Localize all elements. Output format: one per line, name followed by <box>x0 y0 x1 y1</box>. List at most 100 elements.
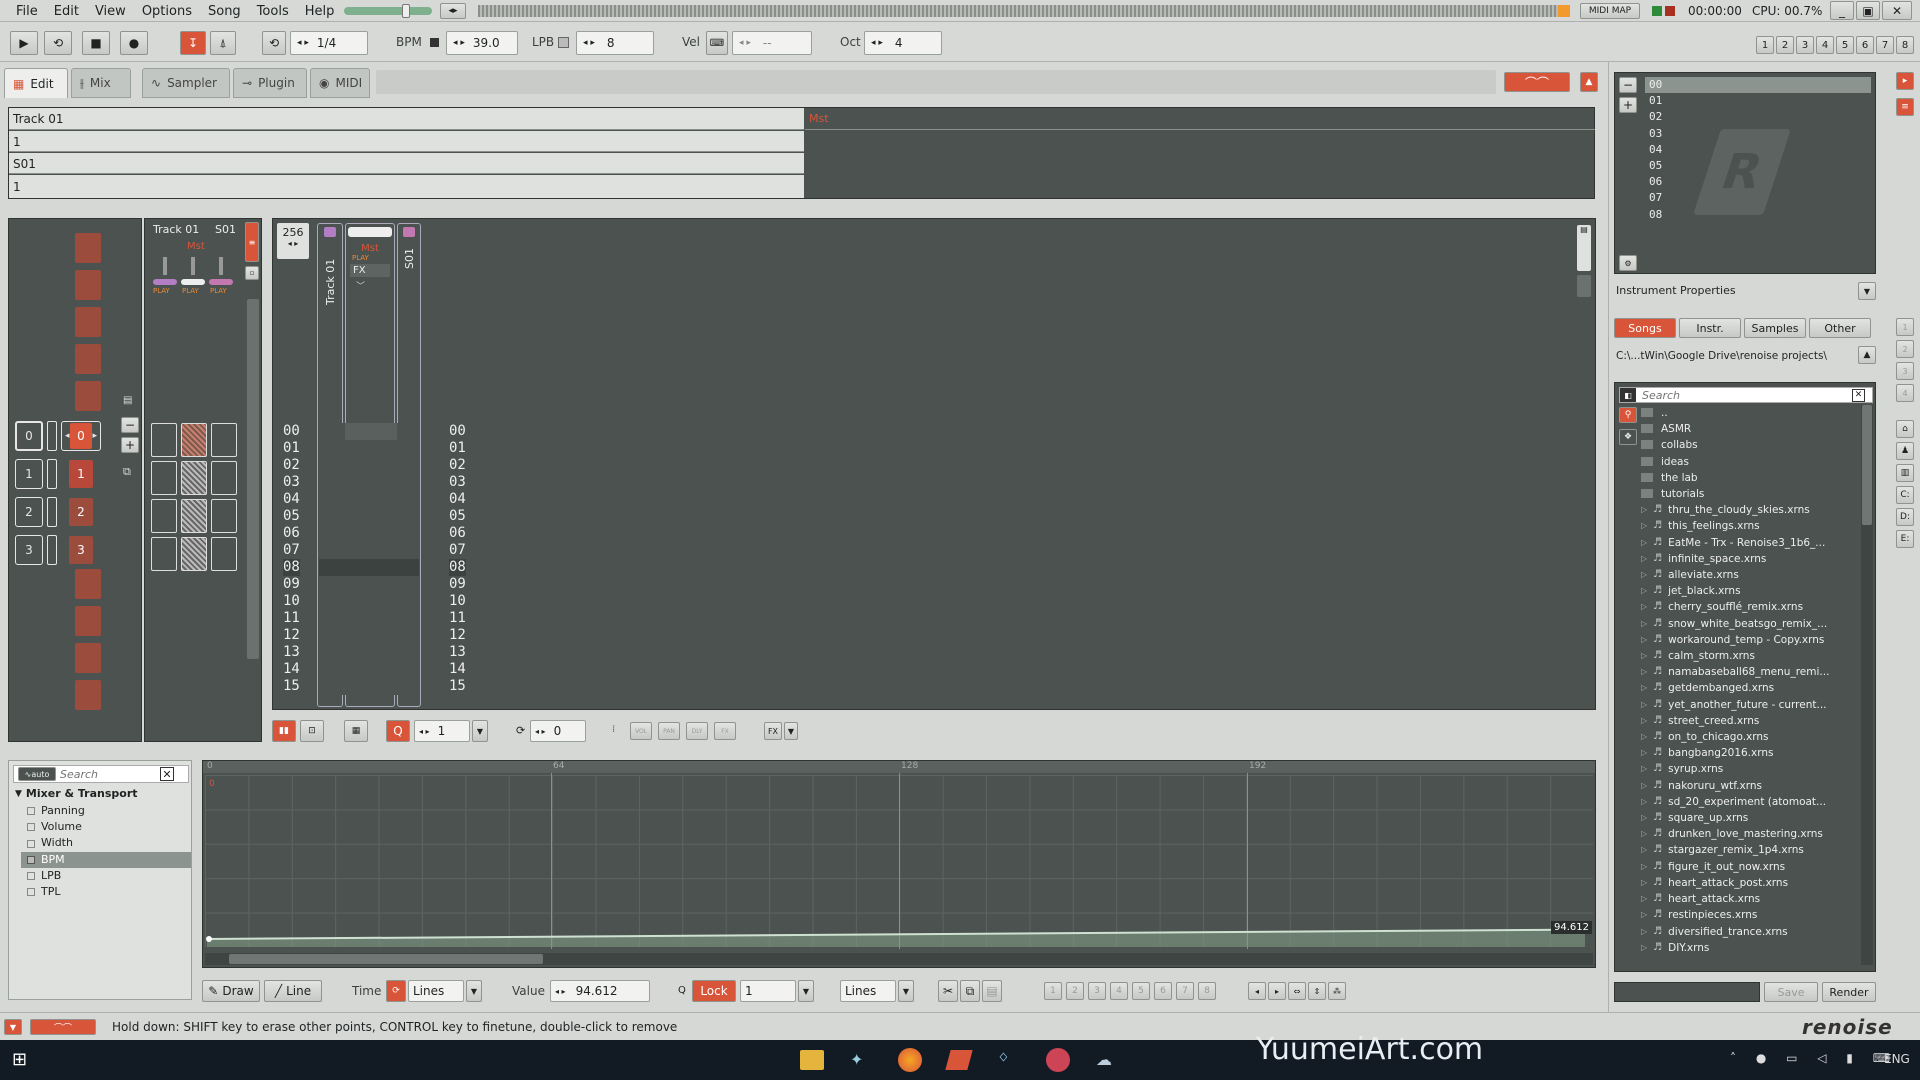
menu-edit[interactable]: Edit <box>46 4 87 19</box>
seq-slot[interactable] <box>75 270 101 300</box>
expand-arrow-icon[interactable]: ▷ <box>1641 924 1647 940</box>
expand-arrow-icon[interactable]: ▷ <box>1641 778 1647 794</box>
instrument-slot[interactable]: 01 <box>1645 93 1871 109</box>
interpolation-dropdown[interactable]: ▼ <box>898 980 914 1002</box>
block-loop-field[interactable]: ◂ ▸ 1/4 <box>290 31 368 55</box>
pattern-follow-button[interactable]: ▮▮ <box>272 720 296 742</box>
preset-5-button[interactable]: 5 <box>1836 36 1854 54</box>
copy-button[interactable]: ⧉ <box>960 980 980 1002</box>
send-fader[interactable] <box>219 257 223 275</box>
song-file-item[interactable]: ▷ ♬ figure_it_out_now.xrns <box>1639 859 1857 875</box>
preset-8-button[interactable]: 8 <box>1896 36 1914 54</box>
loop-pattern-button[interactable]: ⟲ <box>44 31 72 55</box>
remove-instrument-button[interactable]: − <box>1619 77 1637 93</box>
view-2-button[interactable]: 2 <box>1896 340 1914 358</box>
minimize-button[interactable]: _ <box>1830 1 1854 20</box>
matrix-edit-button[interactable]: ≡ <box>245 222 259 262</box>
browser-up-button[interactable]: ▲ <box>1858 346 1876 364</box>
tab-midi[interactable]: ◉ MIDI <box>310 68 370 98</box>
song-file-item[interactable]: ▷ ♬ stargazer_remix_1p4.xrns <box>1639 842 1857 858</box>
menu-song[interactable]: Song <box>200 4 249 19</box>
pattern-number[interactable]: 1 <box>69 460 93 488</box>
block-loop-button[interactable]: ⟲ <box>262 31 286 55</box>
app-icon[interactable]: ᛜ <box>998 1048 1022 1072</box>
render-button[interactable]: Render <box>1822 982 1876 1002</box>
automation-mode-button[interactable]: ∿auto <box>18 767 56 781</box>
song-file-item[interactable]: ▷ ♬ workaround_temp - Copy.xrns <box>1639 632 1857 648</box>
fx-column-label[interactable]: FX <box>350 264 390 277</box>
instrument-options-button[interactable]: ⚙ <box>1619 255 1637 271</box>
fx-dropdown-icon-button[interactable]: FX <box>764 722 782 740</box>
scale-8-button[interactable]: 8 <box>1198 982 1216 1000</box>
song-file-item[interactable]: ▷ ♬ square_up.xrns <box>1639 810 1857 826</box>
expand-arrow-icon[interactable]: ▷ <box>1641 664 1647 680</box>
song-file-item[interactable]: ▷ ♬ namabaseball68_menu_remi... <box>1639 664 1857 680</box>
status-menu-button[interactable]: ▼ <box>4 1019 22 1035</box>
expand-arrow-icon[interactable]: ▷ <box>1641 891 1647 907</box>
expand-arrow-icon[interactable]: ▷ <box>1641 583 1647 599</box>
track-play-state[interactable]: PLAY <box>153 287 170 295</box>
drive-d-button[interactable]: D: <box>1896 508 1914 526</box>
matrix-cell[interactable] <box>151 461 177 495</box>
matrix-cell[interactable] <box>181 537 207 571</box>
quantize-button[interactable]: Q <box>386 720 410 742</box>
expand-arrow-icon[interactable]: ▷ <box>1641 826 1647 842</box>
song-file-item[interactable]: ▷ ♬ restinpieces.xrns <box>1639 907 1857 923</box>
save-button[interactable]: Save <box>1764 982 1818 1002</box>
velocity-keyboard-toggle[interactable]: ⌨ <box>706 31 728 55</box>
edit-step-dropdown[interactable]: ▼ <box>472 720 488 742</box>
song-file-item[interactable]: ▷ ♬ diversified_trance.xrns <box>1639 924 1857 940</box>
scale-3-button[interactable]: 3 <box>1088 982 1106 1000</box>
automation-search-input[interactable] <box>60 767 160 781</box>
preset-6-button[interactable]: 6 <box>1856 36 1874 54</box>
renoise-taskbar-icon[interactable] <box>945 1050 973 1070</box>
menu-view[interactable]: View <box>87 4 134 19</box>
fx-dropdown[interactable]: ▼ <box>784 722 798 740</box>
preset-2-button[interactable]: 2 <box>1776 36 1794 54</box>
clear-search-icon[interactable]: ✕ <box>1852 388 1865 402</box>
view-4-button[interactable]: 4 <box>1896 384 1914 402</box>
menu-file[interactable]: File <box>8 4 46 19</box>
song-file-item[interactable]: ▷ ♬ EatMe - Trx - Renoise3_1b6_... <box>1639 535 1857 551</box>
preset-7-button[interactable]: 7 <box>1876 36 1894 54</box>
expand-arrow-icon[interactable]: ▷ <box>1641 599 1647 615</box>
expand-arrow-icon[interactable]: ▷ <box>1641 697 1647 713</box>
automation-toggle-button[interactable]: ⌒⌒ <box>1504 72 1570 92</box>
start-button[interactable]: ⊞ <box>12 1050 32 1070</box>
line-button[interactable]: ╱ Line <box>264 980 322 1002</box>
expand-arrow-icon[interactable]: ▷ <box>1641 842 1647 858</box>
matrix-small-button[interactable]: ▫ <box>245 266 259 280</box>
expand-arrow-icon[interactable]: ▷ <box>1641 713 1647 729</box>
matrix-cell[interactable] <box>211 423 237 457</box>
browser-mode-icon[interactable]: ◧ <box>1620 388 1636 402</box>
song-file-item[interactable]: ▷ ♬ infinite_space.xrns <box>1639 551 1857 567</box>
scope-toggle-button[interactable]: ◂▸ <box>440 3 466 19</box>
instrument-properties-dropdown[interactable]: ▼ <box>1858 282 1876 300</box>
app-icon[interactable]: ☁ <box>1096 1050 1120 1070</box>
param-volume[interactable]: Volume <box>27 819 191 835</box>
shift-right-button[interactable]: ▸ <box>1268 982 1286 1000</box>
scale-6-button[interactable]: 6 <box>1154 982 1172 1000</box>
automation-group[interactable]: ▼ Mixer & Transport <box>15 787 138 800</box>
song-file-item[interactable]: ▷ ♬ sd_20_experiment (atomoat... <box>1639 794 1857 810</box>
track-fader[interactable] <box>163 257 167 275</box>
expand-arrow-icon[interactable]: ▷ <box>1641 940 1647 956</box>
song-file-item[interactable]: ▷ ♬ bangbang2016.xrns <box>1639 745 1857 761</box>
seq-slot[interactable] <box>75 606 101 636</box>
pattern-number[interactable]: 3 <box>69 536 93 564</box>
expand-arrow-icon[interactable]: ▷ <box>1641 632 1647 648</box>
matrix-cell[interactable] <box>211 499 237 533</box>
collapse-upper-button[interactable]: ▲ <box>1580 72 1598 92</box>
maximize-button[interactable]: ▣ <box>1856 1 1880 20</box>
song-file-item[interactable]: ▷ ♬ street_creed.xrns <box>1639 713 1857 729</box>
expand-arrow-icon[interactable]: ▷ <box>1641 761 1647 777</box>
language-indicator[interactable]: ENG <box>1884 1052 1910 1066</box>
vol-column-button[interactable]: VOL <box>630 722 652 740</box>
tab-plugin[interactable]: ⊸ Plugin <box>233 68 307 98</box>
seq-slot[interactable] <box>75 233 101 263</box>
file-explorer-icon[interactable] <box>800 1050 824 1070</box>
param-bpm[interactable]: BPM <box>21 851 191 868</box>
disk-browser-toggle[interactable]: ▸ <box>1896 72 1914 90</box>
sequence-mute[interactable] <box>47 421 57 451</box>
browser-scrollbar[interactable] <box>1861 405 1873 965</box>
